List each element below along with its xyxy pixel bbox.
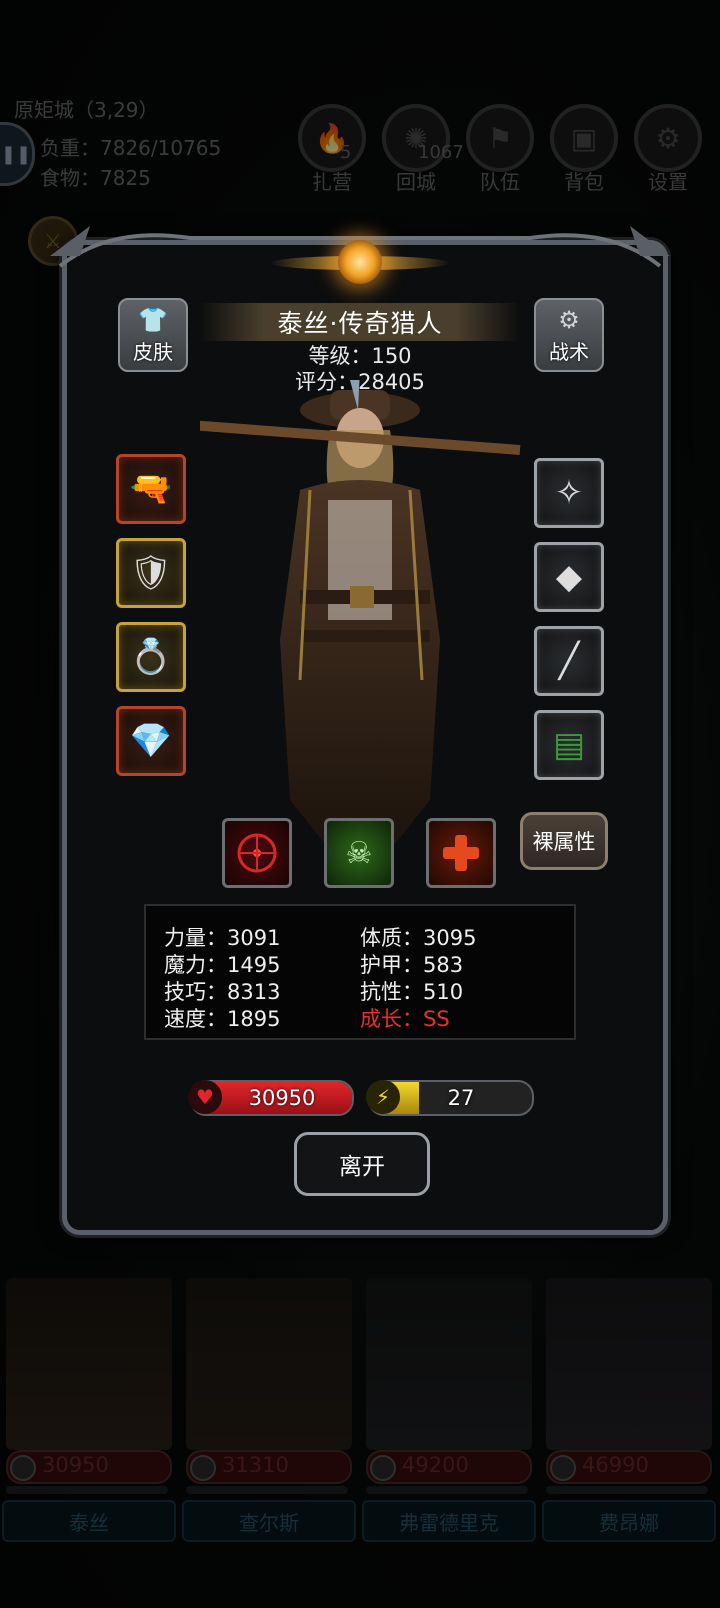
gem-slot[interactable]: 💎 bbox=[116, 706, 186, 776]
skin-button[interactable]: 👕 皮肤 bbox=[118, 298, 188, 372]
stat-magic: 魔力：1495 bbox=[164, 953, 281, 977]
heal-skill-icon bbox=[443, 835, 479, 871]
stat-speed: 速度：1895 bbox=[164, 1007, 281, 1031]
skill-slot[interactable]: ☠ bbox=[324, 818, 394, 888]
poison-skill-icon: ☠ bbox=[345, 835, 373, 871]
ring-slot[interactable]: 💍 bbox=[116, 622, 186, 692]
bare-attribute-button[interactable]: 裸属性 bbox=[520, 812, 608, 870]
tactics-label: 战术 bbox=[549, 340, 589, 364]
pistol-icon: 🔫 bbox=[129, 469, 173, 509]
stat-growth: 成长：SS bbox=[360, 1007, 450, 1031]
gem-icon: 💎 bbox=[129, 721, 173, 761]
gear-icon: ⚙ bbox=[558, 306, 580, 334]
amulet-slot[interactable]: ✧ bbox=[534, 458, 604, 528]
stat-strength: 力量：3091 bbox=[164, 926, 281, 950]
shirt-icon: 👕 bbox=[138, 306, 168, 334]
ring-icon: 💍 bbox=[129, 637, 173, 677]
stat-constitution: 体质：3095 bbox=[360, 926, 477, 950]
tactics-button[interactable]: ⚙ 战术 bbox=[534, 298, 604, 372]
skill-slot[interactable] bbox=[426, 818, 496, 888]
heart-icon: ♥ bbox=[188, 1080, 222, 1114]
stat-armor: 护甲：583 bbox=[360, 953, 464, 977]
amulet-icon: ✧ bbox=[554, 473, 584, 513]
target-skill-icon bbox=[237, 833, 277, 873]
stat-skill: 技巧：8313 bbox=[164, 980, 281, 1004]
card-icon: ▤ bbox=[552, 725, 586, 765]
sun-emblem-icon bbox=[312, 236, 408, 288]
skill-slot[interactable] bbox=[222, 818, 292, 888]
skin-label: 皮肤 bbox=[133, 340, 173, 364]
armor-slot[interactable]: 🛡 bbox=[116, 538, 186, 608]
leave-button[interactable]: 离开 bbox=[294, 1132, 430, 1196]
ore-slot[interactable]: ◆ bbox=[534, 542, 604, 612]
stat-resistance: 抗性：510 bbox=[360, 980, 464, 1004]
hero-portrait bbox=[200, 380, 521, 850]
bone-slot[interactable]: ╱ bbox=[534, 626, 604, 696]
hero-name: 泰丝·传奇猎人 bbox=[200, 303, 520, 341]
ore-icon: ◆ bbox=[555, 557, 583, 597]
armor-icon: 🛡 bbox=[129, 553, 173, 593]
bone-icon: ╱ bbox=[558, 641, 580, 681]
lightning-icon: ⚡ bbox=[366, 1080, 400, 1114]
weapon-slot[interactable]: 🔫 bbox=[116, 454, 186, 524]
card-slot[interactable]: ▤ bbox=[534, 710, 604, 780]
